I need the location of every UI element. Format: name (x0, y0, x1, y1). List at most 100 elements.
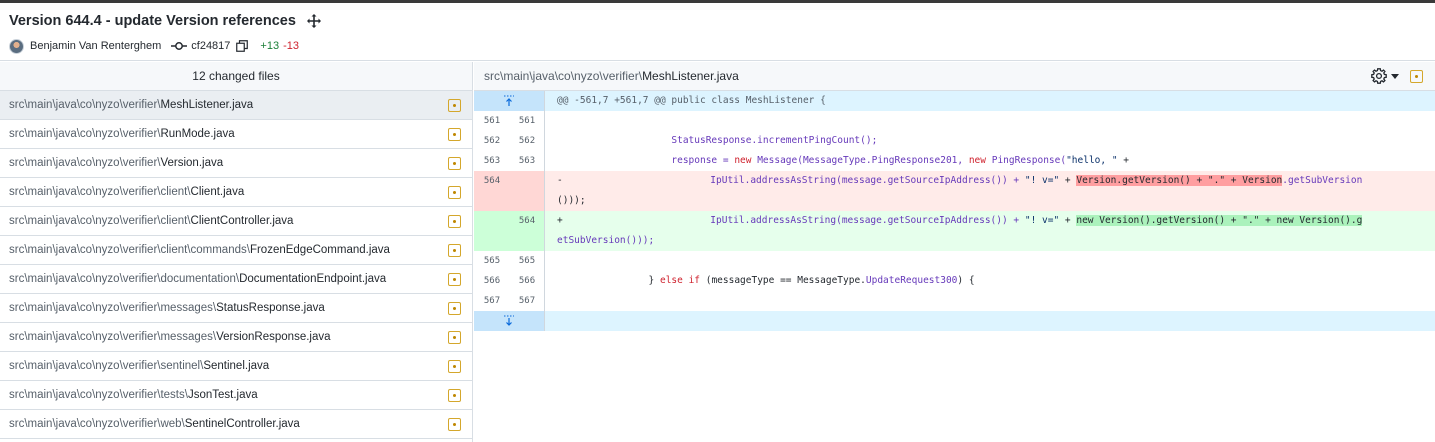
new-line-number[interactable]: 564 (510, 211, 545, 251)
file-modified-icon (1410, 70, 1423, 83)
avatar[interactable] (9, 38, 24, 54)
chevron-down-icon (1391, 73, 1399, 79)
added-highlight: new Version().getVersion() + "." + new V… (1076, 215, 1363, 226)
diff-line: 566 566 } else if (messageType == Messag… (474, 271, 1435, 291)
copy-icon[interactable] (236, 40, 249, 52)
file-item-jsontest[interactable]: src\main\java\co\nyzo\verifier\tests\ Jso… (0, 381, 472, 410)
file-item-frozenedgecommand[interactable]: src\main\java\co\nyzo\verifier\client\co… (0, 236, 472, 265)
file-item-documentationendpoint[interactable]: src\main\java\co\nyzo\verifier\documenta… (0, 265, 472, 294)
diff-line: 561 561 (474, 111, 1435, 131)
old-line-number[interactable]: 562 (474, 131, 510, 151)
old-line-number[interactable]: 561 (474, 111, 510, 131)
hunk-footer (545, 311, 1435, 331)
diff-sign: + (557, 215, 563, 226)
old-line-number[interactable]: 564 (474, 171, 510, 211)
diff-file-dir: src\main\java\co\nyzo\verifier\ (484, 69, 643, 83)
new-line-number[interactable]: 561 (510, 111, 545, 131)
file-item-clientcontroller[interactable]: src\main\java\co\nyzo\verifier\client\ Cl… (0, 207, 472, 236)
file-modified-icon (448, 157, 461, 170)
old-line-number[interactable]: 566 (474, 271, 510, 291)
code-token: + (1059, 215, 1077, 226)
expand-down-button[interactable] (474, 311, 545, 331)
expand-up-button[interactable] (474, 91, 545, 111)
file-item-sentinel[interactable]: src\main\java\co\nyzo\verifier\sentinel\… (0, 352, 472, 381)
diff-sign: - (557, 175, 563, 186)
file-item-sentinelcontroller[interactable]: src\main\java\co\nyzo\verifier\web\ Senti… (0, 410, 472, 439)
code-line: + IpUtil.addressAsString(message.getSour… (545, 211, 1435, 251)
diff-line: 565 565 (474, 251, 1435, 271)
new-line-number[interactable]: 562 (510, 131, 545, 151)
new-line-number[interactable]: 567 (510, 291, 545, 311)
file-modified-icon (448, 99, 461, 112)
code-token: StatusResponse.incrementPingCount(); (671, 135, 878, 146)
deleted-highlight: Version.getVersion() + "." + Version (1076, 175, 1283, 186)
file-item-client[interactable]: src\main\java\co\nyzo\verifier\client\ Cl… (0, 178, 472, 207)
code-token: + (1059, 175, 1077, 186)
file-item-version[interactable]: src\main\java\co\nyzo\verifier\ Version.j… (0, 149, 472, 178)
old-line-number[interactable]: 563 (474, 151, 510, 171)
code-token: + (1117, 155, 1130, 166)
file-name: Version.java (160, 157, 224, 169)
old-line-number[interactable]: 567 (474, 291, 510, 311)
diff-panel: src\main\java\co\nyzo\verifier\ MeshListe… (474, 62, 1435, 442)
file-modified-icon (448, 244, 461, 257)
new-line-number[interactable]: 566 (510, 271, 545, 291)
file-dir: src\main\java\co\nyzo\verifier\tests\ (9, 389, 188, 401)
code-line: response = new Message(MessageType.PingR… (545, 151, 1435, 171)
added-line: 564 + IpUtil.addressAsString(message.get… (474, 211, 1435, 251)
file-modified-icon (448, 418, 461, 431)
diff-line: 563 563 response = new Message(MessageTy… (474, 151, 1435, 171)
file-item-statusresponse[interactable]: src\main\java\co\nyzo\verifier\messages\… (0, 294, 472, 323)
new-line-number[interactable]: 563 (510, 151, 545, 171)
file-modified-icon (448, 331, 461, 344)
move-icon[interactable] (306, 13, 322, 29)
file-item-versionresponse[interactable]: src\main\java\co\nyzo\verifier\messages\… (0, 323, 472, 352)
commit-author[interactable]: Benjamin Van Renterghem (30, 40, 161, 52)
expand-down-icon (504, 315, 514, 326)
old-line-number[interactable] (474, 211, 510, 251)
new-line-number[interactable]: 565 (510, 251, 545, 271)
file-name: JsonTest.java (187, 389, 258, 401)
file-dir: src\main\java\co\nyzo\verifier\ (9, 157, 161, 169)
file-name: DocumentationEndpoint.java (239, 273, 387, 285)
file-modified-icon (448, 302, 461, 315)
file-item-meshlistener[interactable]: src\main\java\co\nyzo\verifier\ MeshListe… (0, 91, 472, 120)
code-token: IpUtil.addressAsString(message.getSource… (710, 215, 1025, 226)
old-line-number[interactable]: 565 (474, 251, 510, 271)
diff-settings-button[interactable] (1371, 67, 1401, 85)
deletions-count: -13 (283, 40, 299, 52)
code-line: } else if (messageType == MessageType.Up… (545, 271, 1435, 291)
file-dir: src\main\java\co\nyzo\verifier\documenta… (9, 273, 240, 285)
diff-file-name: MeshListener.java (642, 69, 739, 83)
code-token: Message(MessageType.PingResponse201, (751, 155, 969, 166)
additions-count: +13 (260, 40, 280, 52)
code-keyword: new (968, 155, 986, 166)
diff-file-header: src\main\java\co\nyzo\verifier\ MeshListe… (474, 62, 1435, 91)
new-line-number[interactable] (510, 171, 545, 211)
commit-title: Version 644.4 - update Version reference… (9, 13, 296, 29)
changed-files-panel: 12 changed files src\main\java\co\nyzo\v… (0, 62, 473, 442)
file-modified-icon (448, 273, 461, 286)
wrapped-code: ())); (557, 195, 586, 206)
code-keyword: else if (659, 275, 701, 286)
code-string: "! v=" (1024, 175, 1060, 186)
file-dir: src\main\java\co\nyzo\verifier\messages\ (9, 331, 217, 343)
hunk-footer-row (474, 311, 1435, 331)
file-name: Sentinel.java (203, 360, 270, 372)
file-name: ClientController.java (190, 215, 294, 227)
hunk-header-row: @@ -561,7 +561,7 @@ public class MeshLis… (474, 91, 1435, 111)
file-item-runmode[interactable]: src\main\java\co\nyzo\verifier\ RunMode.j… (0, 120, 472, 149)
code-keyword: new (734, 155, 752, 166)
file-name: VersionResponse.java (216, 331, 331, 343)
commit-meta: Benjamin Van Renterghem cf24817 +13 -13 (9, 38, 299, 54)
code-string: "! v=" (1024, 215, 1060, 226)
changed-files-header: 12 changed files (0, 62, 472, 91)
file-name: FrozenEdgeCommand.java (249, 244, 390, 256)
file-dir: src\main\java\co\nyzo\verifier\client\ (9, 215, 191, 227)
file-modified-icon (448, 360, 461, 373)
